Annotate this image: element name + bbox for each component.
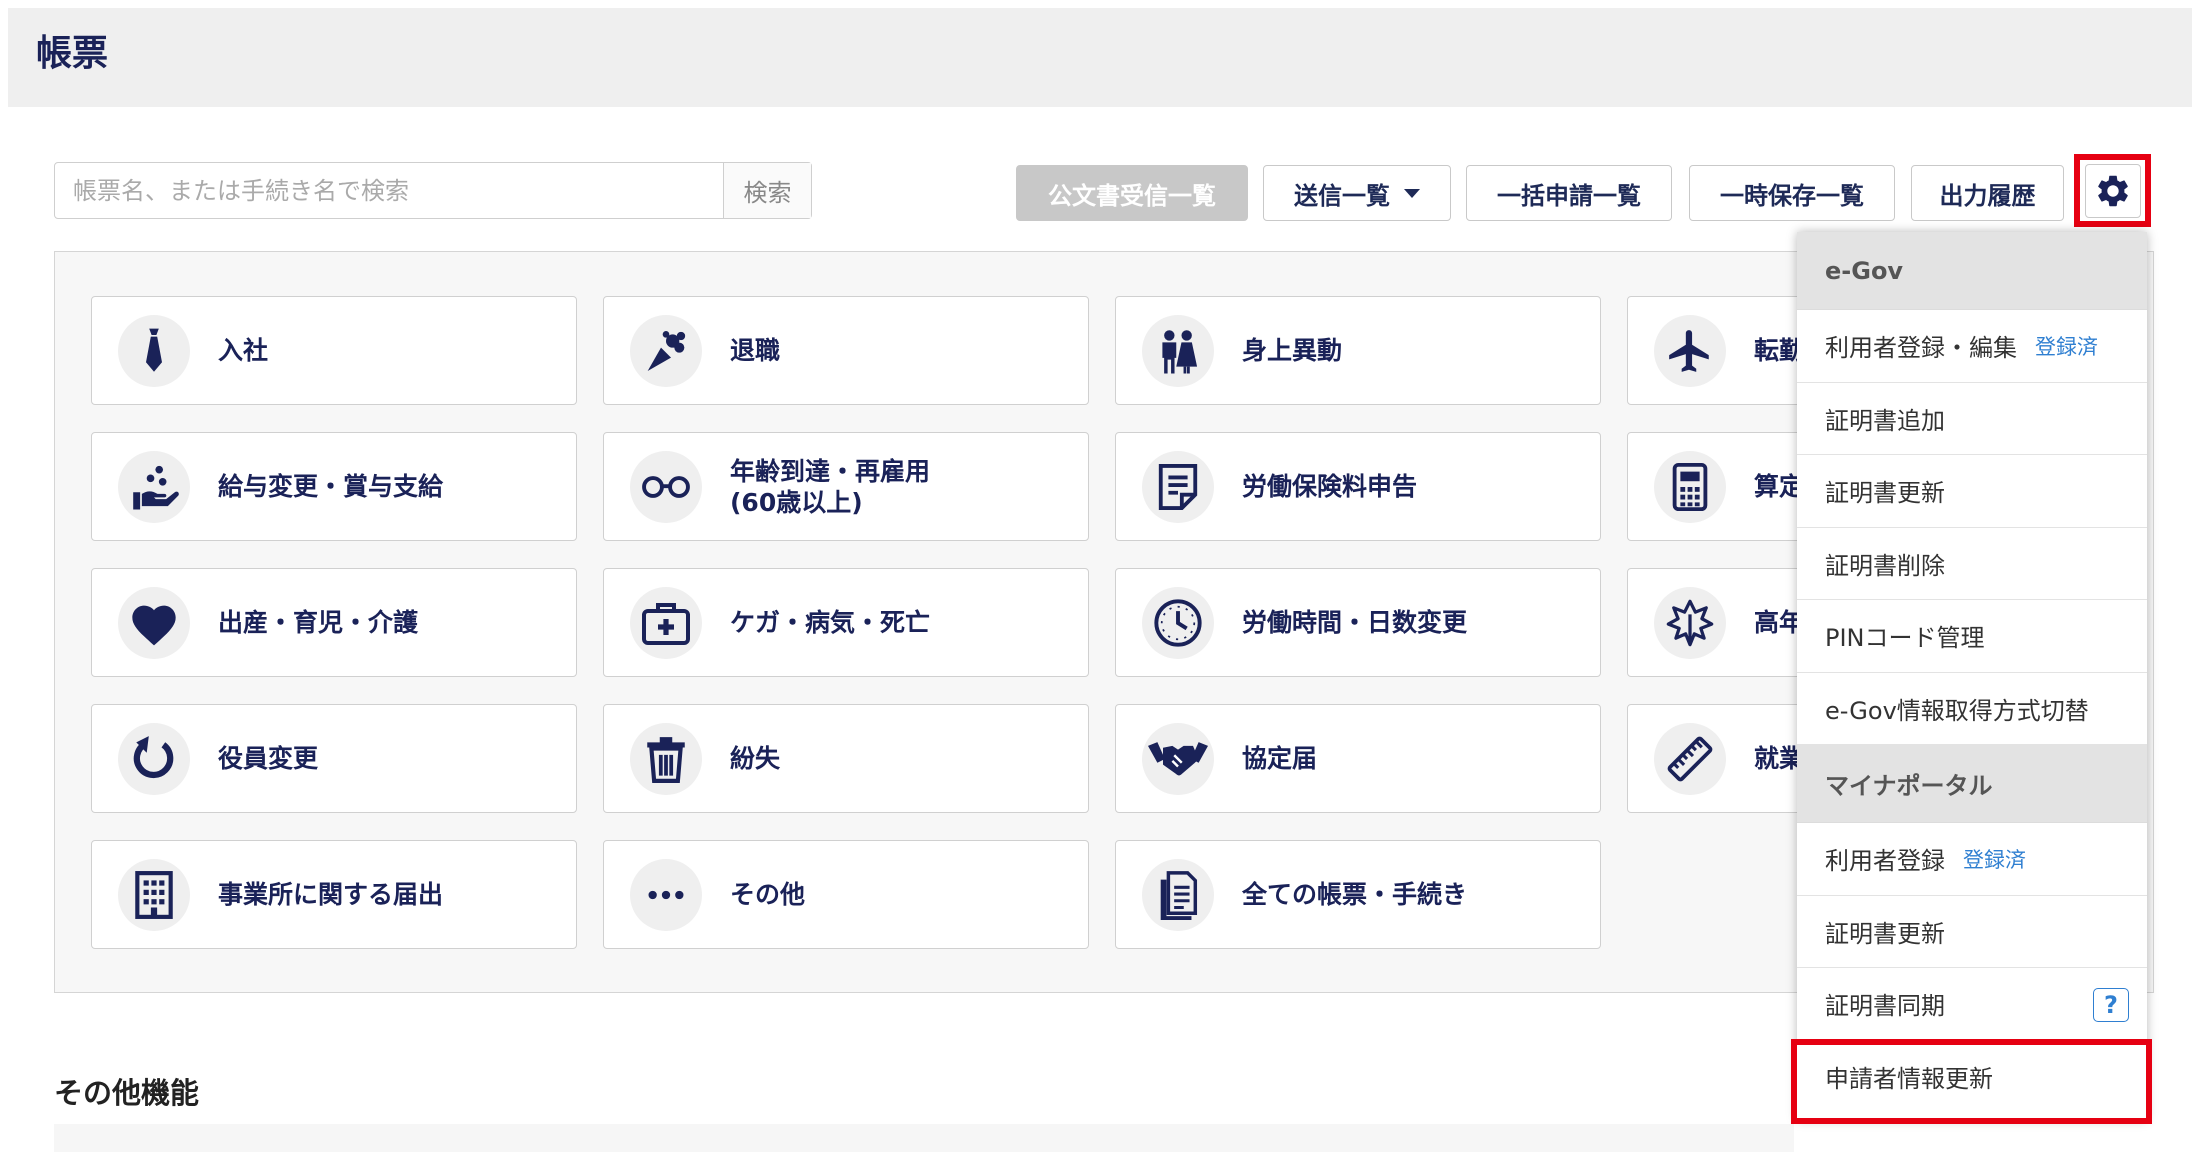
menu-item-label: 利用者登録 [1825,847,1945,876]
trash-icon [647,736,685,783]
menu-item-egov-pin-management[interactable]: PINコード管理 [1797,600,2147,673]
menu-item-mynaportal-user-registration[interactable]: 利用者登録 登録済 [1797,823,2147,896]
hand-coins-icon [133,465,179,510]
ruler-icon [1667,736,1713,781]
settings-highlight [2074,154,2151,227]
card-label: 全ての帳票・手続き [1242,880,1468,909]
card-label: 退職 [730,336,781,365]
caret-down-icon [1404,188,1420,198]
other-features-title: その他機能 [54,1076,200,1110]
send-list-dropdown-button[interactable]: 送信一覧 [1263,165,1451,221]
send-list-label: 送信一覧 [1294,181,1390,210]
temp-save-button[interactable]: 一時保存一覧 [1689,165,1895,221]
glasses-icon [642,475,690,498]
refresh-icon [133,735,174,778]
wedding-couple-icon [1162,329,1198,374]
document-icon [1158,463,1198,510]
menu-item-mynaportal-update-applicant-info[interactable]: 申請者情報更新 [1797,1041,2147,1114]
menu-item-label: 利用者登録・編集 [1825,334,2017,363]
help-icon[interactable]: ? [2093,988,2129,1022]
more-dots-icon [648,890,684,899]
menu-item-label: 証明書同期 [1825,992,1945,1021]
menu-item-egov-update-certificate[interactable]: 証明書更新 [1797,455,2147,528]
card-label: 役員変更 [218,744,319,773]
menu-item-label: 申請者情報更新 [1825,1065,1993,1094]
card-nyusha[interactable]: 入社 [91,296,577,405]
menu-item-egov-user-registration[interactable]: 利用者登録・編集 登録済 [1797,310,2147,383]
card-label: 身上異動 [1242,336,1343,365]
search-button[interactable]: 検索 [723,163,811,218]
heart-icon [132,605,176,645]
leaf-icon [1666,599,1714,646]
card-kega-byoki[interactable]: ケガ・病気・死亡 [603,568,1089,677]
bulk-apply-button[interactable]: 一括申請一覧 [1466,165,1672,221]
registered-badge: 登録済 [1963,847,2026,872]
card-label: 協定届 [1242,744,1318,773]
card-nenrei-totatsu[interactable]: 年齢到達・再雇用 (60歳以上) [603,432,1089,541]
menu-item-egov-add-certificate[interactable]: 証明書追加 [1797,383,2147,455]
card-taishoku[interactable]: 退職 [603,296,1089,405]
card-label: 出産・育児・介護 [218,608,419,637]
card-rodo-hokenryo[interactable]: 労働保険料申告 [1115,432,1601,541]
menu-item-label: PINコード管理 [1825,624,1985,653]
card-shussan-ikuji[interactable]: 出産・育児・介護 [91,568,577,677]
card-kyuyo-henko[interactable]: 給与変更・賞与支給 [91,432,577,541]
card-kyoteitodoke[interactable]: 協定届 [1115,704,1601,813]
card-label: 年齢到達・再雇用 (60歳以上) [730,456,931,517]
menu-item-egov-retrieval-mode[interactable]: e-Gov情報取得方式切替 [1797,673,2147,745]
official-docs-button[interactable]: 公文書受信一覧 [1016,165,1248,221]
output-history-button[interactable]: 出力履歴 [1911,165,2064,221]
settings-dropdown-menu: e-Gov 利用者登録・編集 登録済 証明書追加 証明書更新 証明書削除 PIN… [1797,232,2147,1120]
card-label: 紛失 [730,744,781,773]
menu-item-label: 証明書追加 [1825,406,1945,435]
card-label: 給与変更・賞与支給 [218,472,444,501]
gear-icon [2097,175,2128,206]
bouquet-icon [647,330,686,371]
page-title: 帳票 [36,33,109,74]
card-label: ケガ・病気・死亡 [730,608,931,637]
search-box: 検索 [54,162,812,219]
settings-button[interactable] [2084,163,2141,218]
card-yakuin-henko[interactable]: 役員変更 [91,704,577,813]
card-jigyosho[interactable]: 事業所に関する届出 [91,840,577,949]
dropdown-section-mynaportal: マイナポータル [1797,745,2147,823]
card-label: その他 [730,880,806,909]
card-label: 入社 [218,336,269,365]
menu-item-label: 証明書更新 [1825,919,1945,948]
dropdown-section-egov: e-Gov [1797,232,2147,310]
menu-item-mynaportal-sync-certificate[interactable]: 証明書同期 ? [1797,968,2147,1041]
card-funshitsu[interactable]: 紛失 [603,704,1089,813]
menu-item-mynaportal-update-certificate[interactable]: 証明書更新 [1797,896,2147,968]
search-input[interactable] [55,163,723,218]
airplane-icon [1669,329,1709,372]
menu-item-label: e-Gov情報取得方式切替 [1825,696,2089,725]
card-rodo-jikan[interactable]: 労働時間・日数変更 [1115,568,1601,677]
menu-item-egov-delete-certificate[interactable]: 証明書削除 [1797,528,2147,600]
first-aid-kit-icon [642,602,690,645]
page-header [8,8,2192,107]
card-shinjo-ido[interactable]: 身上異動 [1115,296,1601,405]
card-sonota[interactable]: その他 [603,840,1089,949]
card-all-forms[interactable]: 全ての帳票・手続き [1115,840,1601,949]
registered-badge: 登録済 [2035,334,2098,359]
handshake-icon [1148,741,1208,775]
calculator-icon [1672,462,1708,511]
card-label: 事業所に関する届出 [218,880,444,909]
other-features-panel [54,1124,1794,1152]
card-label: 労働時間・日数変更 [1242,608,1468,637]
building-icon [135,870,173,919]
card-label: 労働保険料申告 [1242,472,1418,501]
menu-item-label: 証明書削除 [1825,551,1945,580]
documents-icon [1160,870,1198,920]
clock-icon [1154,598,1202,647]
menu-item-label: 証明書更新 [1825,479,1945,508]
necktie-icon [146,328,162,372]
